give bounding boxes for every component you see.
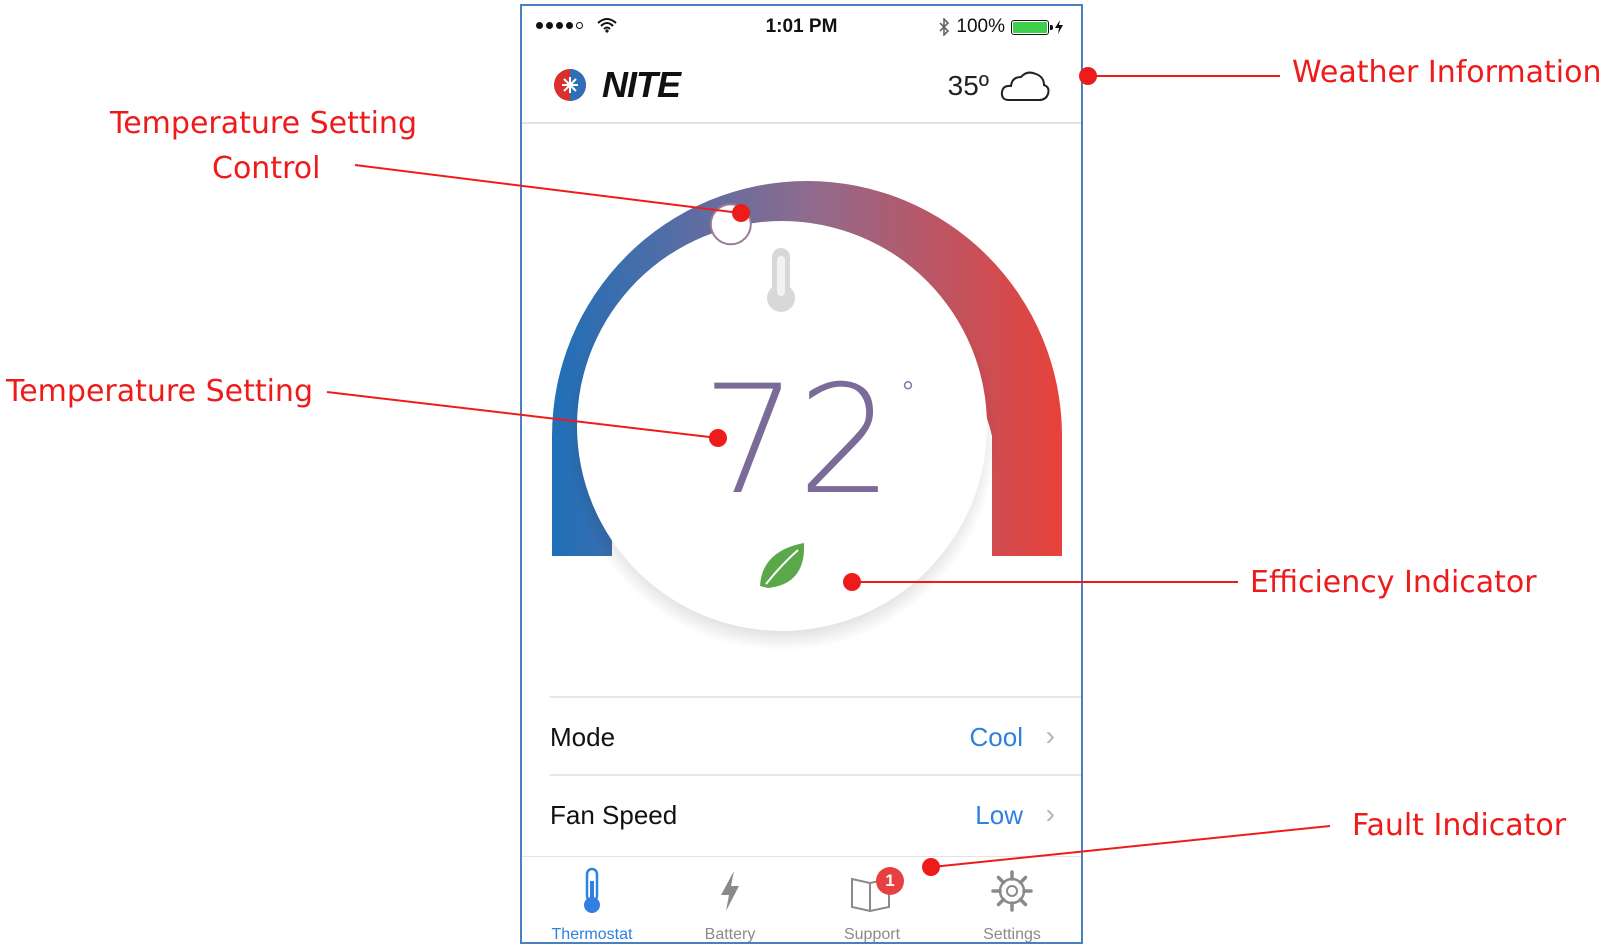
marker-efficiency <box>843 573 861 591</box>
callout-efficiency: Efficiency Indicator <box>1250 565 1537 600</box>
leader-temp-setting <box>326 391 719 439</box>
marker-fault <box>922 858 940 876</box>
marker-temp-setting <box>709 429 727 447</box>
marker-weather <box>1079 67 1097 85</box>
callout-temp-control-line1: Temperature Setting <box>110 106 417 141</box>
callout-weather: Weather Information <box>1292 55 1602 90</box>
callout-temp-control-line2: Control <box>212 151 321 186</box>
marker-temp-control <box>732 204 750 222</box>
leader-fault <box>931 825 1331 868</box>
leader-temp-control <box>354 164 741 214</box>
callout-fault: Fault Indicator <box>1352 808 1567 843</box>
callout-temp-setting: Temperature Setting <box>6 374 313 409</box>
